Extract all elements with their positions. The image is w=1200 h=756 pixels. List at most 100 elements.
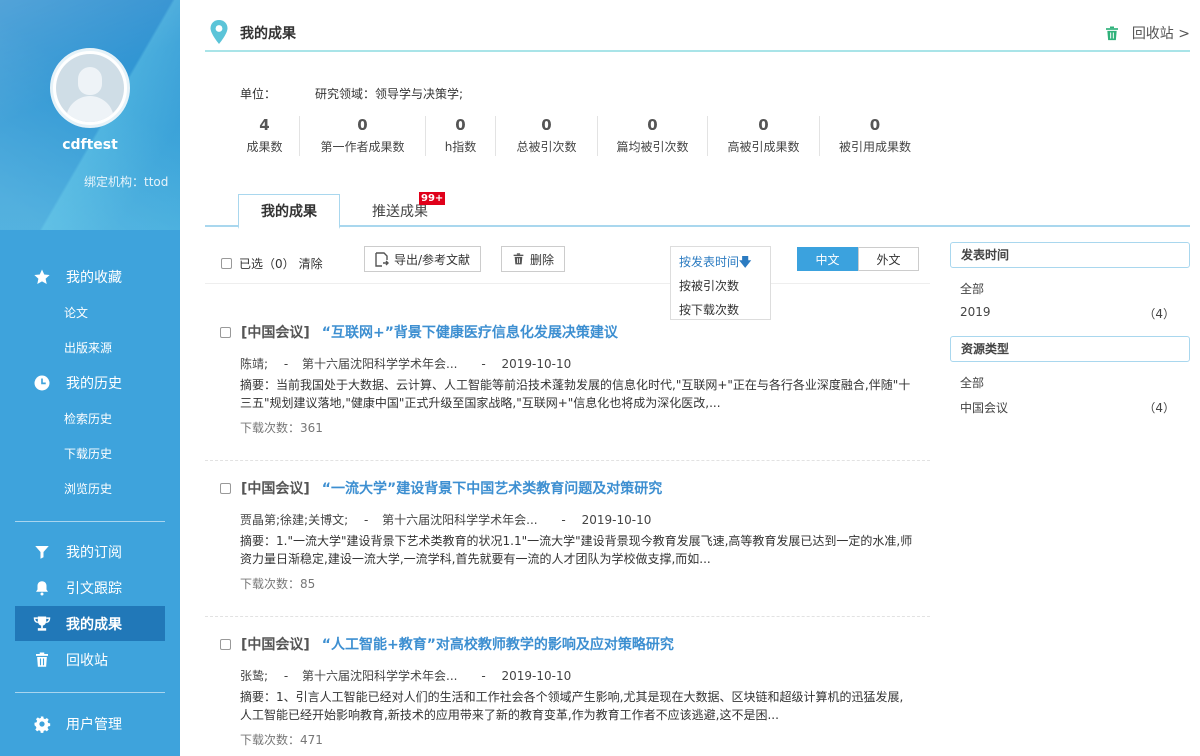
- result-authors[interactable]: 贾晶第;徐建;关博文;: [240, 513, 348, 527]
- stat-value: 4: [259, 116, 270, 134]
- result-item: [中国会议] “一流大学”建设背景下中国艺术类教育问题及对策研究 贾晶第;徐建;…: [205, 478, 930, 617]
- sidebar-subitem-download-history[interactable]: 下载历史: [64, 445, 112, 462]
- sidebar-item-label: 我的成果: [66, 616, 122, 633]
- lang-foreign-button[interactable]: 外文: [858, 247, 919, 271]
- results-toolbar: 已选（0） 清除 导出/参考文献 删除 按发表时间🡇 按被引次数 按下载次数 中…: [205, 244, 930, 320]
- facet-pub-time-all[interactable]: 全部: [960, 280, 1175, 297]
- meta-separator: -: [283, 357, 289, 371]
- sidebar-item-label: 引文跟踪: [66, 580, 122, 597]
- trophy-icon: [32, 614, 52, 634]
- stat-achievements: 4 成果数: [230, 116, 300, 156]
- facet-label: 2019: [960, 305, 991, 319]
- export-button-label: 导出/参考文献: [394, 252, 471, 267]
- stat-label: 成果数: [246, 140, 283, 154]
- stat-label: h指数: [444, 140, 477, 154]
- clear-selection-link[interactable]: 清除: [299, 255, 323, 272]
- sidebar-item-citation-tracking[interactable]: 引文跟踪: [15, 570, 165, 605]
- unit-label: 单位：: [240, 87, 277, 101]
- sidebar-subitem-browse-history[interactable]: 浏览历史: [64, 480, 112, 497]
- result-type: [中国会议]: [241, 325, 310, 341]
- meta-separator: -: [363, 513, 369, 527]
- stat-first-author: 0 第一作者成果数: [300, 116, 426, 156]
- sidebar: cdftest 绑定机构：ttod 我的收藏 论文 出版来源 我的历史 检索历史…: [0, 0, 180, 756]
- facet-count: （4）: [1143, 307, 1175, 321]
- download-count-label: 下载次数：: [240, 577, 301, 591]
- avatar[interactable]: [50, 48, 130, 128]
- sidebar-item-recycle-bin[interactable]: 回收站: [15, 642, 165, 677]
- clock-icon: [32, 373, 52, 393]
- facet-res-type-header: 资源类型: [950, 336, 1190, 362]
- stat-value: 0: [455, 116, 466, 134]
- stat-value: 0: [647, 116, 658, 134]
- result-authors[interactable]: 陈靖;: [240, 357, 268, 371]
- sidebar-subitem-sources[interactable]: 出版来源: [64, 339, 112, 356]
- trash-icon: [512, 252, 525, 266]
- result-venue[interactable]: 第十六届沈阳科学学术年会...: [302, 669, 457, 683]
- select-all-checkbox[interactable]: [221, 258, 232, 269]
- facet-res-type-conference[interactable]: 中国会议 （4）: [960, 399, 1175, 416]
- delete-button[interactable]: 删除: [501, 246, 566, 272]
- star-icon: [32, 267, 52, 287]
- sidebar-item-label: 我的收藏: [66, 269, 122, 286]
- filter-icon: [32, 542, 52, 562]
- sidebar-item-label: 我的订阅: [66, 544, 122, 561]
- stat-label: 总被引次数: [516, 140, 577, 154]
- result-authors[interactable]: 张鸷;: [240, 669, 268, 683]
- download-count: 361: [300, 421, 323, 435]
- recycle-bin-link-label: 回收站 >: [1131, 26, 1190, 42]
- sidebar-item-user-management[interactable]: 用户管理: [15, 706, 165, 741]
- stat-label: 篇均被引次数: [616, 140, 689, 154]
- facet-label: 全部: [960, 376, 985, 390]
- tab-my-achievements[interactable]: 我的成果: [238, 194, 340, 229]
- sidebar-item-subscriptions[interactable]: 我的订阅: [15, 534, 165, 569]
- result-date: 2019-10-10: [581, 513, 652, 527]
- result-checkbox[interactable]: [220, 638, 231, 650]
- result-checkbox[interactable]: [220, 326, 231, 338]
- result-date: 2019-10-10: [501, 357, 572, 371]
- stat-h-index: 0 h指数: [426, 116, 496, 156]
- sort-by-downloads[interactable]: 按下载次数: [679, 301, 739, 318]
- sidebar-subitem-papers[interactable]: 论文: [64, 304, 88, 321]
- result-item: [中国会议] “人工智能+教育”对高校教师教学的影响及应对策略研究 张鸷; - …: [205, 634, 930, 756]
- export-button[interactable]: 导出/参考文献: [364, 246, 482, 272]
- sort-by-date-label: 按发表时间: [679, 255, 740, 269]
- gear-icon: [32, 714, 52, 734]
- facet-count: （4）: [1143, 401, 1175, 415]
- facet-res-type-all[interactable]: 全部: [960, 374, 1175, 391]
- stat-value: 0: [357, 116, 368, 134]
- username: cdftest: [62, 137, 118, 153]
- sidebar-item-history[interactable]: 我的历史: [15, 365, 165, 400]
- stat-label: 被引用成果数: [838, 140, 911, 154]
- select-all: 已选（0） 清除: [221, 255, 323, 272]
- lang-chinese-button[interactable]: 中文: [797, 247, 858, 271]
- result-title-row: [中国会议] “一流大学”建设背景下中国艺术类教育问题及对策研究: [220, 478, 662, 498]
- result-title-row: [中国会议] “人工智能+教育”对高校教师教学的影响及应对策略研究: [220, 634, 674, 654]
- sidebar-item-favorites[interactable]: 我的收藏: [15, 259, 165, 294]
- result-venue[interactable]: 第十六届沈阳科学学术年会...: [302, 357, 457, 371]
- sort-by-citations[interactable]: 按被引次数: [679, 277, 739, 294]
- sort-by-date[interactable]: 按发表时间🡇: [679, 253, 751, 274]
- sidebar-item-label: 用户管理: [66, 716, 122, 733]
- result-item: [中国会议] “互联网+”背景下健康医疗信息化发展决策建议 陈靖; - 第十六届…: [205, 322, 930, 461]
- result-title-link[interactable]: “互联网+”背景下健康医疗信息化发展决策建议: [322, 322, 618, 342]
- download-count-label: 下载次数：: [240, 421, 301, 435]
- result-title-link[interactable]: “一流大学”建设背景下中国艺术类教育问题及对策研究: [322, 478, 662, 498]
- sort-dropdown: 按发表时间🡇 按被引次数 按下载次数: [670, 246, 771, 320]
- result-venue[interactable]: 第十六届沈阳科学学术年会...: [382, 513, 537, 527]
- sidebar-item-achievements[interactable]: 我的成果: [15, 606, 165, 641]
- download-count-label: 下载次数：: [240, 733, 301, 747]
- facet-pub-time-2019[interactable]: 2019 （4）: [960, 305, 1175, 321]
- stat-value: 0: [541, 116, 552, 134]
- page-title: 我的成果: [240, 26, 296, 42]
- sidebar-subitem-search-history[interactable]: 检索历史: [64, 410, 112, 427]
- stats-bar: 4 成果数 0 第一作者成果数 0 h指数 0 总被引次数 0 篇均被引次数 0…: [230, 116, 930, 156]
- selected-count: 已选（0）: [239, 257, 295, 271]
- result-downloads: 下载次数：85: [240, 575, 315, 592]
- result-title-link[interactable]: “人工智能+教育”对高校教师教学的影响及应对策略研究: [322, 634, 674, 654]
- page-header: 我的成果 回收站 >: [205, 18, 1190, 52]
- stat-value: 0: [869, 116, 881, 134]
- recycle-bin-link[interactable]: 回收站 >: [1104, 23, 1190, 43]
- result-checkbox[interactable]: [220, 482, 231, 494]
- stat-total-citations: 0 总被引次数: [496, 116, 598, 156]
- stat-value: 0: [758, 116, 769, 134]
